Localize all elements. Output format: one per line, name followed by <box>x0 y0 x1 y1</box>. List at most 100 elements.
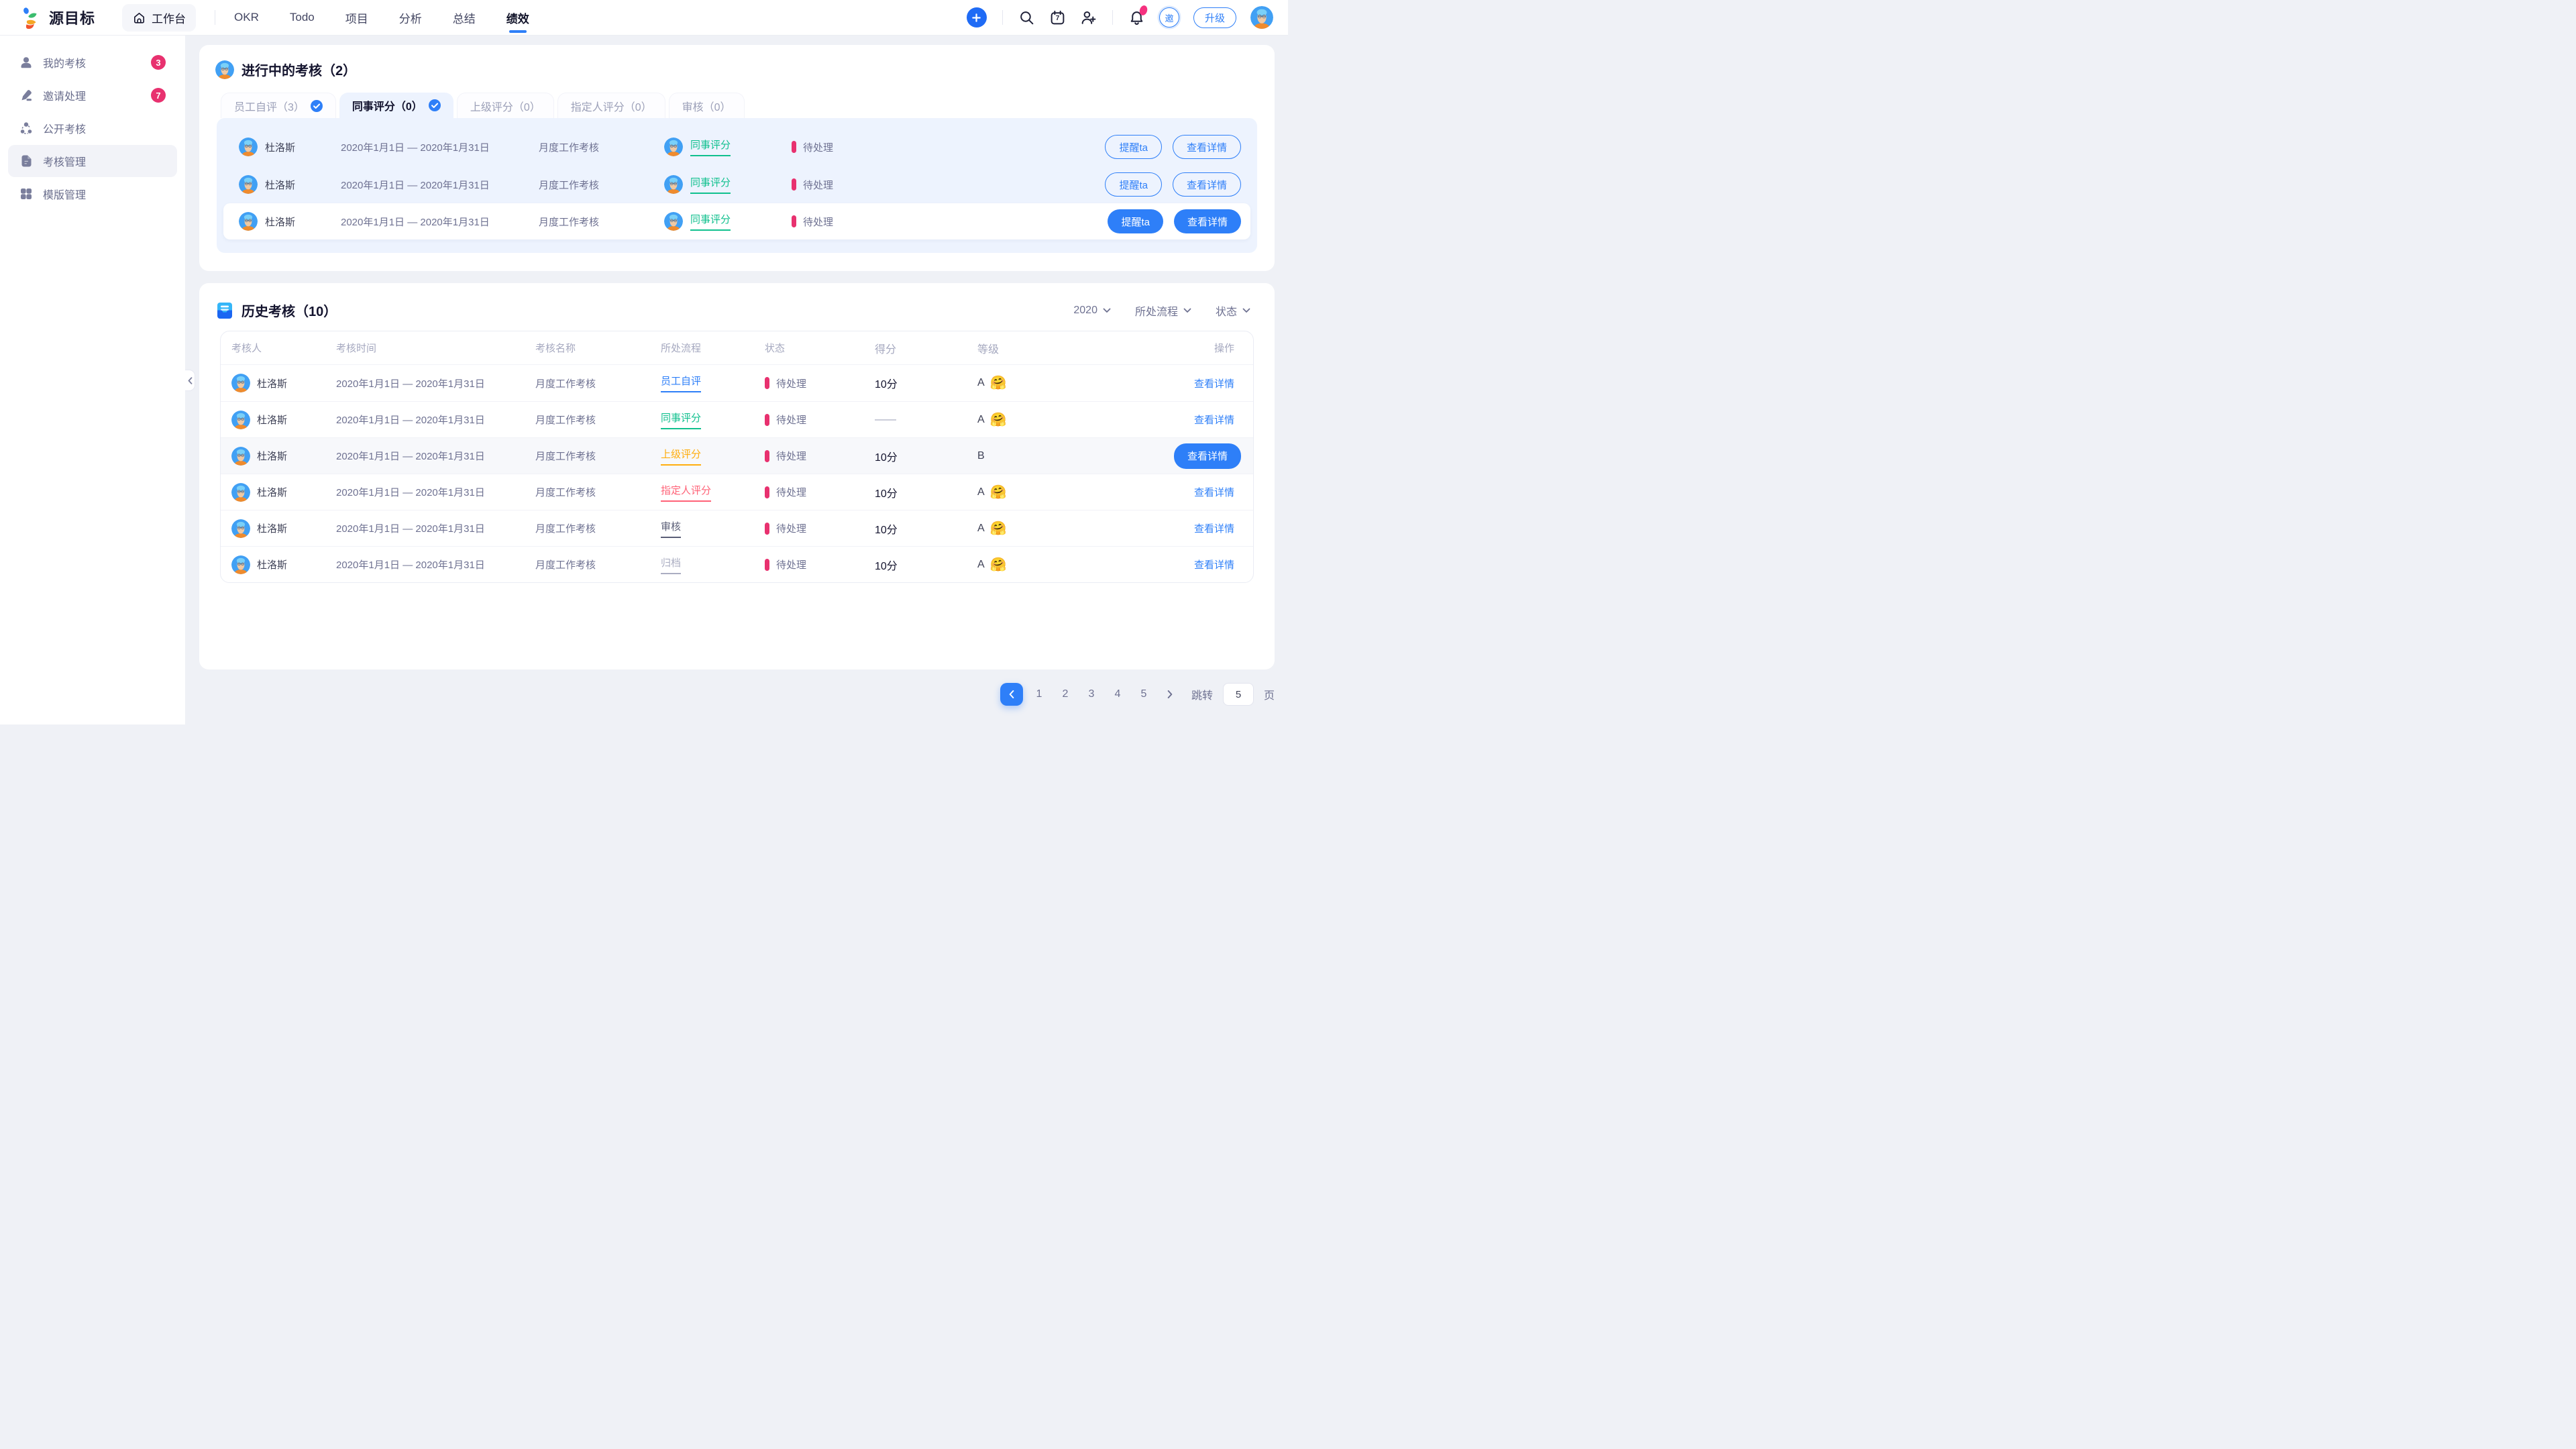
view-details-link[interactable]: 查看详情 <box>1194 557 1234 572</box>
app-logo[interactable]: 源目标 <box>20 6 95 29</box>
navbar-divider <box>1112 10 1113 25</box>
nav-item-summary[interactable]: 总结 <box>453 0 476 35</box>
page-number-3[interactable]: 3 <box>1081 688 1102 700</box>
assessee-name: 杜洛斯 <box>265 140 295 154</box>
status-label: 待处理 <box>776 376 806 390</box>
table-row: 杜洛斯 2020年1月1日 — 2020年1月31日 月度工作考核 员工自评 待… <box>221 365 1253 401</box>
calendar-day-label: 7 <box>1049 15 1066 22</box>
view-details-link[interactable]: 查看详情 <box>1194 521 1234 535</box>
view-details-button[interactable]: 查看详情 <box>1173 135 1241 159</box>
row-actions: 提醒ta 查看详情 <box>1108 209 1241 233</box>
avatar-image <box>215 60 234 79</box>
remind-button[interactable]: 提醒ta <box>1108 209 1163 233</box>
view-details-link[interactable]: 查看详情 <box>1194 413 1234 427</box>
view-details-button[interactable]: 查看详情 <box>1173 172 1241 197</box>
status-label: 待处理 <box>776 485 806 499</box>
tab-label: 审核（0） <box>682 98 731 114</box>
jump-page-input[interactable] <box>1223 683 1254 706</box>
ongoing-assessments-card: 进行中的考核（2） 员工自评（3） 同事评分（0） 上级评分（0） 指定人评分（… <box>199 45 1275 271</box>
user-add-icon <box>1080 9 1097 26</box>
assessment-period: 2020年1月1日 — 2020年1月31日 <box>336 449 535 463</box>
upgrade-button[interactable]: 升级 <box>1193 7 1236 28</box>
tab-designated-review[interactable]: 指定人评分（0） <box>557 93 665 118</box>
view-details-link[interactable]: 查看详情 <box>1194 376 1234 390</box>
view-details-button[interactable]: 查看详情 <box>1174 443 1241 469</box>
notifications-button[interactable] <box>1128 9 1145 26</box>
notification-dot <box>1138 4 1148 16</box>
sidebar-item-my-assessments[interactable]: 我的考核 3 <box>8 46 177 78</box>
assessee-cell: 杜洛斯 <box>221 374 336 392</box>
nav-item-analysis[interactable]: 分析 <box>399 0 422 35</box>
column-header: 操作 <box>1214 341 1253 355</box>
sidebar-item-label: 公开考核 <box>43 120 86 136</box>
sidebar-item-label: 模版管理 <box>43 186 86 202</box>
nav-item-okr[interactable]: OKR <box>234 0 259 35</box>
ongoing-panel: 杜洛斯 2020年1月1日 — 2020年1月31日 月度工作考核 同事评分 待… <box>217 118 1257 253</box>
tab-label: 上级评分（0） <box>470 98 541 114</box>
flow-stage-label: 同事评分 <box>690 212 731 231</box>
status-label: 待处理 <box>776 521 806 535</box>
row-actions: 提醒ta 查看详情 <box>1105 135 1241 159</box>
tab-peer-review[interactable]: 同事评分（0） <box>339 93 453 118</box>
assessee-name: 杜洛斯 <box>265 215 295 229</box>
flow-cell: 同事评分 <box>664 175 792 194</box>
avatar <box>231 374 250 392</box>
assessment-name: 月度工作考核 <box>535 376 661 390</box>
assessment-period: 2020年1月1日 — 2020年1月31日 <box>341 140 539 154</box>
page-number-1[interactable]: 1 <box>1029 688 1049 700</box>
status-label: 待处理 <box>776 413 806 427</box>
flow-stage-label: 上级评分 <box>661 447 701 466</box>
nav-item-todo[interactable]: Todo <box>290 0 315 35</box>
nav-item-project[interactable]: 项目 <box>345 0 368 35</box>
page-number-4[interactable]: 4 <box>1108 688 1128 700</box>
sidebar-item-public-assessments[interactable]: 公开考核 <box>8 112 177 144</box>
remind-button[interactable]: 提醒ta <box>1105 172 1162 197</box>
action-cell: 查看详情 <box>1174 443 1253 469</box>
workspace-button[interactable]: 工作台 <box>122 4 196 32</box>
sidebar-item-invitations[interactable]: 邀请处理 7 <box>8 79 177 111</box>
invite-button[interactable]: 邀 <box>1159 7 1179 28</box>
column-header: 等级 <box>977 340 1058 356</box>
ongoing-header: 进行中的考核（2） <box>199 45 1275 79</box>
check-circle-icon <box>429 99 441 111</box>
view-details-button[interactable]: 查看详情 <box>1174 209 1241 233</box>
sidebar-item-label: 我的考核 <box>43 54 86 70</box>
status-cell: 待处理 <box>765 413 875 427</box>
previous-page-button[interactable] <box>1000 683 1023 706</box>
tab-self-review[interactable]: 员工自评（3） <box>221 93 336 118</box>
view-details-link[interactable]: 查看详情 <box>1194 485 1234 499</box>
nav-item-performance[interactable]: 绩效 <box>506 0 529 35</box>
status-filter-dropdown[interactable]: 状态 <box>1216 303 1250 319</box>
action-cell: 查看详情 <box>1194 485 1253 499</box>
assessee-name: 杜洛斯 <box>257 521 287 535</box>
profile-avatar[interactable] <box>1250 6 1273 29</box>
assessment-period: 2020年1月1日 — 2020年1月31日 <box>336 521 535 535</box>
page-unit-label: 页 <box>1264 686 1275 702</box>
search-button[interactable] <box>1018 9 1035 26</box>
sidebar-item-assessment-management[interactable]: 考核管理 <box>8 145 177 177</box>
table-row: 杜洛斯 2020年1月1日 — 2020年1月31日 月度工作考核 同事评分 待… <box>221 401 1253 437</box>
sidebar-item-template-management[interactable]: 模版管理 <box>8 178 177 210</box>
remind-button[interactable]: 提醒ta <box>1105 135 1162 159</box>
pagination: 1 2 3 4 5 跳转 页 <box>185 683 1275 706</box>
next-page-button[interactable] <box>1160 690 1180 698</box>
table-row-highlighted: 杜洛斯 2020年1月1日 — 2020年1月31日 月度工作考核 上级评分 待… <box>221 437 1253 474</box>
main-content: 进行中的考核（2） 员工自评（3） 同事评分（0） 上级评分（0） 指定人评分（… <box>185 35 1288 724</box>
page-number-2[interactable]: 2 <box>1055 688 1075 700</box>
create-button[interactable] <box>967 7 987 28</box>
assessment-period: 2020年1月1日 — 2020年1月31日 <box>336 413 535 427</box>
avatar <box>231 447 250 466</box>
flow-cell: 上级评分 <box>661 447 765 466</box>
tab-superior-review[interactable]: 上级评分（0） <box>457 93 554 118</box>
history-filters: 2020 所处流程 状态 <box>1073 303 1250 319</box>
flow-filter-dropdown[interactable]: 所处流程 <box>1135 303 1191 319</box>
calendar-button[interactable]: 7 <box>1049 9 1066 26</box>
sidebar-collapse-handle[interactable] <box>185 370 195 391</box>
assessment-name: 月度工作考核 <box>539 178 664 192</box>
add-member-button[interactable] <box>1080 9 1097 26</box>
page-number-5[interactable]: 5 <box>1134 688 1154 700</box>
status-pill <box>765 414 769 426</box>
tab-audit[interactable]: 审核（0） <box>669 93 745 118</box>
chevron-down-icon <box>1183 308 1191 313</box>
year-filter-dropdown[interactable]: 2020 <box>1073 305 1111 317</box>
